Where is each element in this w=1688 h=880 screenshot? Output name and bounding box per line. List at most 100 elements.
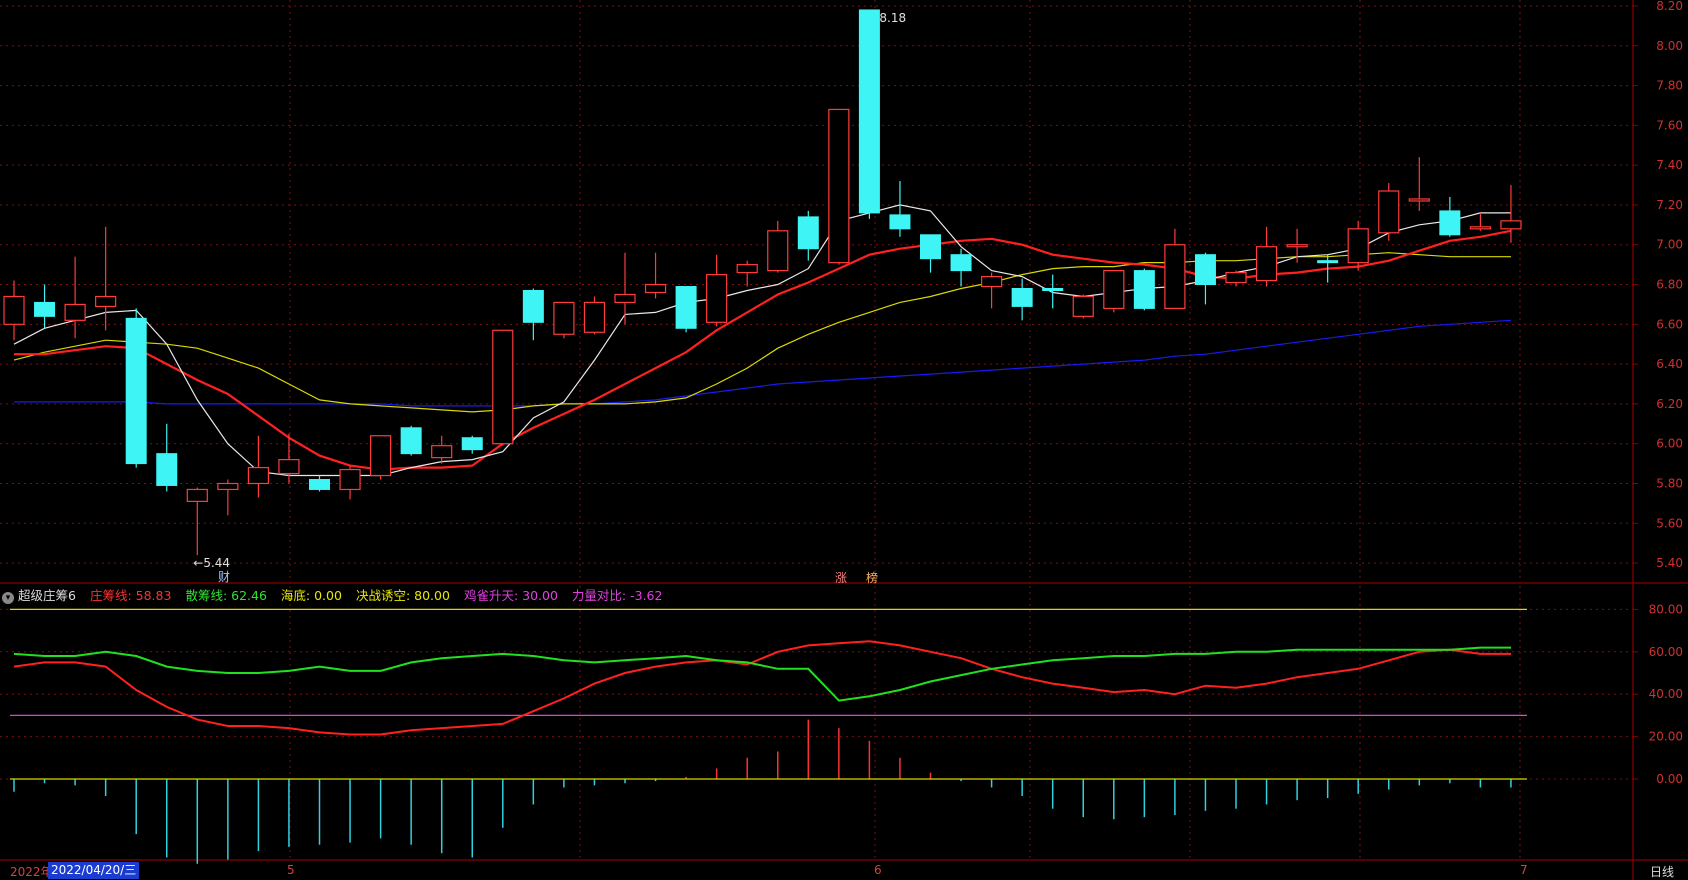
candle-body-up — [217, 482, 239, 491]
candle-body-down — [125, 317, 147, 465]
candlestick[interactable] — [889, 181, 911, 237]
candlestick[interactable] — [950, 248, 972, 287]
finance-marker[interactable]: 财 — [218, 568, 230, 585]
candlestick[interactable] — [920, 234, 941, 273]
candlestick[interactable] — [980, 272, 1003, 309]
candle-body-down — [1317, 260, 1339, 264]
candlestick[interactable] — [461, 435, 483, 454]
indicator-params: 庄筹线: 58.83 散筹线: 62.46 海底: 0.00 决战诱空: 80.00 鸡… — [90, 585, 663, 604]
candle-body-down — [156, 453, 178, 486]
price-tick-label: 5.40 — [1656, 556, 1683, 570]
price-tick-label: 6.80 — [1656, 278, 1683, 292]
candle-body-down — [858, 9, 880, 214]
indicator-header: ▾ 超级庄筹6 庄筹线: 58.83 散筹线: 62.46 海底: 0.00 决战诱空:… — [2, 584, 662, 604]
candlestick[interactable] — [1103, 269, 1125, 313]
candlestick[interactable] — [1164, 228, 1186, 310]
period-selector[interactable]: 日线 — [1650, 863, 1674, 880]
power-histogram — [13, 719, 1512, 864]
candlestick-series[interactable] — [3, 9, 1522, 556]
candlestick[interactable] — [34, 284, 56, 329]
candlestick[interactable] — [675, 286, 697, 333]
candlestick[interactable] — [522, 288, 544, 341]
price-tick-label: 6.00 — [1656, 437, 1683, 451]
candle-body-up — [1225, 271, 1247, 284]
candlestick[interactable] — [1072, 294, 1094, 319]
month-label: 5 — [287, 863, 295, 877]
candlestick[interactable] — [583, 296, 606, 335]
candlestick[interactable] — [217, 479, 239, 516]
candlestick[interactable] — [400, 425, 422, 456]
candlestick[interactable] — [339, 465, 361, 500]
candlestick[interactable] — [553, 301, 575, 339]
candlestick[interactable] — [309, 475, 330, 492]
indicator-tick-label: 20.00 — [1649, 730, 1683, 744]
candlestick[interactable] — [644, 252, 667, 299]
candlestick[interactable] — [431, 435, 453, 464]
indicator-tick-label: 40.00 — [1649, 687, 1683, 701]
candlestick[interactable] — [247, 435, 269, 498]
price-tick-label: 7.60 — [1656, 118, 1683, 132]
price-grid — [0, 5, 1638, 564]
candlestick[interactable] — [1408, 157, 1430, 211]
indicator-param: 海底: 0.00 — [280, 587, 342, 603]
candlestick[interactable] — [492, 329, 514, 446]
candlestick[interactable] — [706, 254, 728, 327]
candlestick[interactable] — [1500, 185, 1522, 243]
candle-body-up — [95, 295, 117, 308]
candlestick[interactable] — [370, 435, 392, 480]
candle-body-up — [1286, 244, 1308, 248]
indicator-param: 决战诱空: 80.00 — [355, 587, 450, 603]
candle-body-up — [614, 293, 636, 304]
candlestick[interactable] — [1469, 212, 1492, 231]
candle-body-up — [980, 275, 1003, 288]
candlestick[interactable] — [858, 9, 880, 219]
candle-body-up — [186, 488, 208, 502]
candlestick[interactable] — [156, 423, 178, 492]
candlestick[interactable] — [1133, 268, 1155, 311]
candle-body-up — [644, 283, 667, 294]
candlestick[interactable] — [64, 256, 86, 339]
chevron-down-icon[interactable]: ▾ — [2, 591, 14, 604]
indicator-param: 散筹线: 62.46 — [185, 587, 267, 603]
selected-date[interactable]: 2022/04/20/三 — [48, 862, 140, 879]
price-tick-label: 7.00 — [1656, 238, 1683, 252]
candlestick[interactable] — [125, 308, 147, 468]
candle-body-up — [1408, 198, 1430, 202]
indicator-axis: 80.00 60.00 40.00 20.00 0.00 — [1649, 602, 1683, 786]
candlestick[interactable] — [767, 220, 789, 273]
ma10-line — [14, 229, 1512, 471]
price-tick-label: 6.20 — [1656, 397, 1683, 411]
candlestick[interactable] — [1439, 196, 1461, 237]
candlestick[interactable] — [736, 260, 758, 287]
list-marker[interactable]: 榜 — [866, 569, 878, 586]
year-label: 2022年 — [10, 865, 53, 879]
candlestick[interactable] — [1194, 252, 1216, 305]
candle-body-down — [34, 301, 56, 317]
candle-body-down — [309, 479, 330, 490]
indicator-title[interactable]: ▾ 超级庄筹6 — [2, 585, 76, 604]
chart-annotations: 8.18 ←5.44 — [193, 11, 906, 570]
candle-body-down — [675, 286, 697, 329]
indicator-tick-label: 60.00 — [1649, 645, 1683, 659]
ma60-line — [14, 319, 1512, 407]
candlestick[interactable] — [3, 280, 25, 341]
price-tick-label: 7.40 — [1656, 158, 1683, 172]
candle-body-down — [1194, 254, 1216, 286]
candle-body-down — [522, 289, 544, 323]
candlestick[interactable] — [828, 108, 850, 265]
candlestick[interactable] — [1347, 220, 1369, 271]
candlestick[interactable] — [1255, 226, 1278, 287]
candlestick[interactable] — [1378, 183, 1400, 241]
limit-up-marker[interactable]: 涨 — [835, 569, 847, 586]
price-tick-label: 7.20 — [1656, 198, 1683, 212]
candle-body-up — [736, 264, 758, 274]
indicator-grid — [0, 0, 1638, 860]
candle-body-up — [553, 301, 575, 335]
candle-body-up — [431, 445, 453, 459]
candle-body-up — [767, 230, 789, 272]
stock-chart[interactable]: 8.20 8.00 7.80 7.60 7.40 7.20 7.00 6.80 6.60 6.40… — [0, 0, 1688, 880]
candlestick[interactable] — [797, 210, 819, 261]
candle-body-down — [1439, 210, 1461, 236]
candlestick[interactable] — [1042, 274, 1064, 309]
candlestick[interactable] — [186, 487, 208, 556]
